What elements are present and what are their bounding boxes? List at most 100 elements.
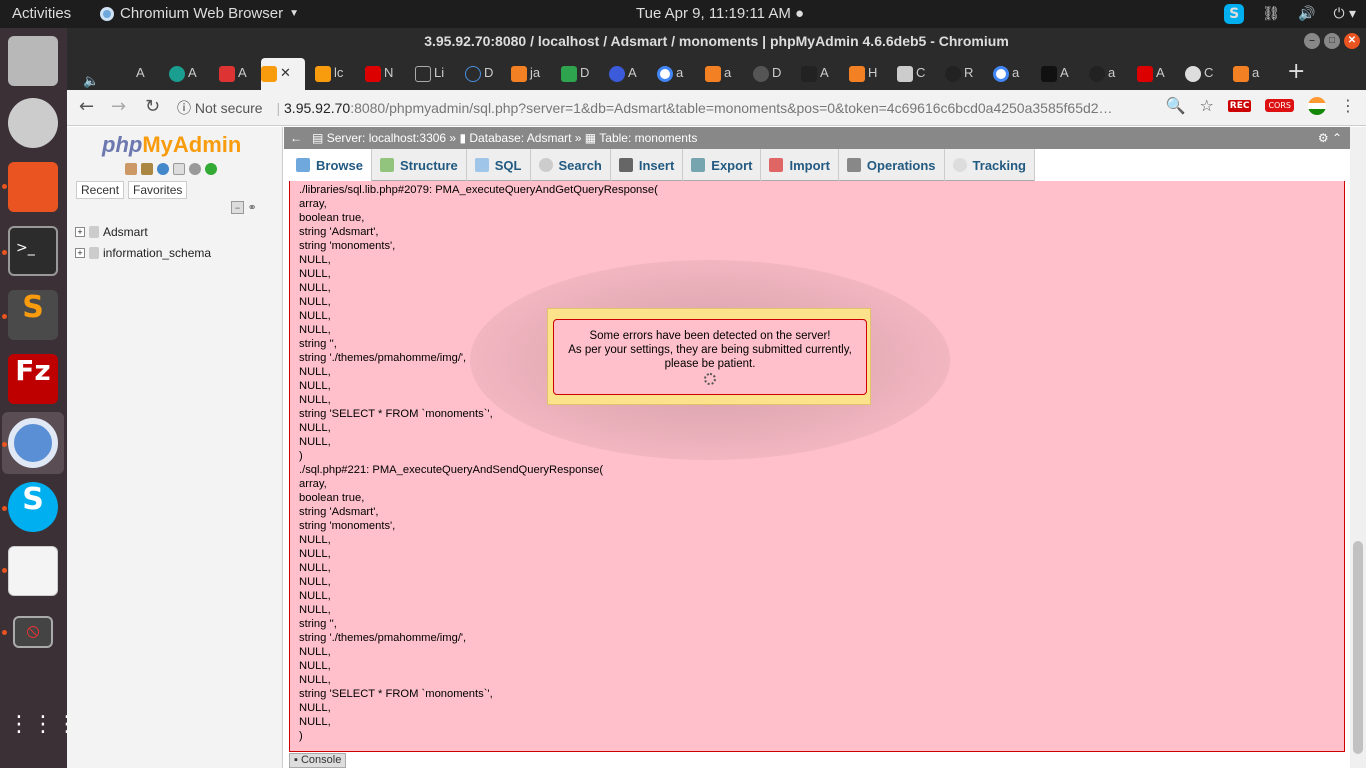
tab-search[interactable]: Search: [531, 149, 611, 181]
browser-tab[interactable]: a: [1233, 58, 1263, 90]
tab-export[interactable]: Export: [683, 149, 762, 181]
browser-tab[interactable]: A: [169, 58, 199, 90]
menu-icon[interactable]: ⋮: [1340, 96, 1356, 115]
database-name[interactable]: information_schema: [103, 246, 211, 260]
browser-tab[interactable]: C: [1185, 58, 1215, 90]
show-applications-icon[interactable]: ⋮⋮⋮: [8, 712, 78, 762]
pma-logo[interactable]: phpMyAdmin: [102, 132, 241, 158]
software-center-icon[interactable]: [8, 162, 58, 212]
volume-icon[interactable]: 🔊: [1298, 6, 1315, 22]
browser-tab[interactable]: a: [705, 58, 735, 90]
tab-structure[interactable]: Structure: [372, 149, 467, 181]
favorites-tab[interactable]: Favorites: [128, 181, 188, 199]
activities-button[interactable]: Activities: [12, 5, 71, 22]
database-name[interactable]: Adsmart: [103, 225, 148, 239]
reload-icon[interactable]: ↻: [145, 96, 160, 117]
breadcrumb-table[interactable]: Table: monoments: [599, 131, 697, 145]
browser-tab[interactable]: A: [1041, 58, 1071, 90]
browser-tab[interactable]: A: [117, 58, 147, 90]
browser-tab[interactable]: Li: [415, 58, 445, 90]
zoom-icon[interactable]: 🔍: [1166, 96, 1186, 115]
database-icon: ▮: [459, 131, 467, 145]
url-host: 3.95.92.70: [284, 100, 351, 116]
tab-browse[interactable]: Browse: [288, 149, 372, 181]
logout-icon[interactable]: [141, 163, 153, 175]
help-icon[interactable]: [157, 163, 169, 175]
reload-nav-icon[interactable]: [205, 163, 217, 175]
tab-tracking[interactable]: Tracking: [945, 149, 1035, 181]
link-icon[interactable]: ⚭: [248, 201, 257, 214]
blocked-app-icon[interactable]: ⦸: [13, 616, 53, 648]
browser-tab[interactable]: A: [609, 58, 639, 90]
skype-dock-icon[interactable]: S: [8, 482, 58, 532]
browser-tab[interactable]: lc: [315, 58, 345, 90]
docs-icon[interactable]: [173, 163, 185, 175]
expand-icon[interactable]: +: [75, 226, 85, 237]
settings-icon[interactable]: [189, 163, 201, 175]
collapse-nav-icon[interactable]: ←: [290, 127, 302, 149]
browser-tab[interactable]: a: [1089, 58, 1119, 90]
tab-insert[interactable]: Insert: [611, 149, 684, 181]
sublime-text-icon[interactable]: S: [8, 290, 58, 340]
page-scrollbar[interactable]: [1350, 127, 1366, 768]
browser-tab[interactable]: A: [801, 58, 831, 90]
maximize-icon[interactable]: □: [1324, 33, 1340, 49]
tab-sql[interactable]: SQL: [467, 149, 531, 181]
new-tab-button[interactable]: +: [1287, 58, 1305, 86]
clock[interactable]: Tue Apr 9, 11:19:11 AM ●: [636, 5, 804, 22]
browser-tab[interactable]: A: [219, 58, 249, 90]
back-icon[interactable]: ←: [79, 96, 94, 117]
filezilla-icon[interactable]: Fz: [8, 354, 58, 404]
browser-tab-active[interactable]: ✕: [261, 58, 305, 90]
files-icon[interactable]: [8, 36, 58, 86]
screen-recorder-extension[interactable]: REC: [1227, 99, 1252, 112]
breadcrumb-database[interactable]: Database: Adsmart: [469, 131, 571, 145]
error-trace-line: NULL,: [299, 254, 331, 266]
browser-tab[interactable]: R: [945, 58, 975, 90]
google-icon: [993, 65, 1009, 82]
minimize-icon[interactable]: –: [1304, 33, 1320, 49]
collapse-up-icon[interactable]: ⌃: [1332, 131, 1342, 145]
expand-icon[interactable]: +: [75, 247, 85, 258]
tab-import[interactable]: Import: [761, 149, 839, 181]
browser-tab[interactable]: H: [849, 58, 879, 90]
chromium-dock-icon[interactable]: [8, 418, 58, 468]
breadcrumb-server[interactable]: Server: localhost:3306: [327, 131, 446, 145]
browser-tab[interactable]: D: [465, 58, 495, 90]
browser-tab[interactable]: N: [365, 58, 395, 90]
collapse-all-icon[interactable]: –: [231, 201, 244, 214]
browser-tab[interactable]: D: [753, 58, 783, 90]
close-tab-icon[interactable]: ✕: [280, 65, 291, 80]
console-toggle[interactable]: ▪ Console: [289, 753, 347, 768]
skype-tray-icon[interactable]: S: [1224, 4, 1245, 24]
india-flag-icon[interactable]: [1308, 96, 1326, 115]
browser-tab[interactable]: D: [561, 58, 591, 90]
tab-operations[interactable]: Operations: [839, 149, 945, 181]
scrollbar-thumb[interactable]: [1353, 541, 1363, 754]
power-icon[interactable]: ⏻ ▾: [1333, 6, 1356, 22]
app-menu[interactable]: Chromium Web Browser ▼: [100, 5, 299, 22]
address-bar[interactable]: ⓘ Not secure | 3.95.92.70:8080/phpmyadmi…: [177, 94, 1177, 122]
browser-tab[interactable]: C: [897, 58, 927, 90]
gear-icon[interactable]: ⚙: [1318, 131, 1329, 145]
terminal-icon[interactable]: >_: [8, 226, 58, 276]
tree-item-information-schema[interactable]: + information_schema: [75, 242, 211, 263]
home-icon[interactable]: [125, 163, 137, 175]
forward-icon[interactable]: →: [111, 96, 126, 117]
rhythmbox-icon[interactable]: [8, 98, 58, 148]
network-icon[interactable]: ⛓: [1262, 6, 1280, 22]
browser-tab[interactable]: a: [993, 58, 1023, 90]
recent-tab[interactable]: Recent: [76, 181, 125, 199]
pma-favicon-icon: [261, 65, 277, 82]
browser-tab[interactable]: ja: [511, 58, 541, 90]
browser-tab[interactable]: A: [1137, 58, 1167, 90]
browser-tab[interactable]: 🔈: [83, 58, 113, 90]
tree-item-adsmart[interactable]: + Adsmart: [75, 221, 211, 242]
running-indicator-icon: [2, 568, 7, 573]
table-icon: ▦: [584, 131, 597, 145]
browser-tab[interactable]: a: [657, 58, 687, 90]
bookmark-star-icon[interactable]: ☆: [1199, 96, 1213, 115]
close-window-icon[interactable]: ✕: [1344, 33, 1360, 49]
document-viewer-icon[interactable]: [8, 546, 58, 596]
cors-extension[interactable]: CORS: [1265, 99, 1294, 112]
